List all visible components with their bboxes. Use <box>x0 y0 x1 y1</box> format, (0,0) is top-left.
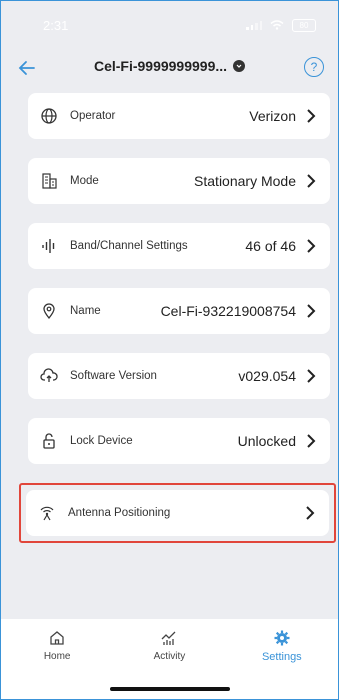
wifi-icon <box>270 20 284 30</box>
home-icon <box>50 631 64 645</box>
phone-screen: 2:31 80 Cel-Fi-9999999999... ? Operator … <box>0 0 339 700</box>
chevron-right-icon <box>307 239 316 253</box>
settings-row-antenna-positioning[interactable]: Antenna Positioning <box>26 490 329 536</box>
status-time: 2:31 <box>43 17 69 33</box>
settings-row-mode[interactable]: Mode Stationary Mode <box>28 158 330 204</box>
lock-icon <box>40 432 58 450</box>
activity-icon <box>162 631 176 645</box>
settings-row-lock-device[interactable]: Lock Device Unlocked <box>28 418 330 464</box>
settings-row-name[interactable]: Name Cel-Fi-932219008754 <box>28 288 330 334</box>
row-value: Verizon <box>249 108 296 124</box>
row-label: Software Version <box>70 370 157 382</box>
help-icon[interactable]: ? <box>304 57 324 77</box>
battery-icon: 80 <box>292 18 316 32</box>
signal-icon <box>246 20 262 30</box>
row-label: Mode <box>70 175 99 187</box>
row-value: 46 of 46 <box>245 238 296 254</box>
tab-label: Activity <box>153 651 186 662</box>
building-icon <box>40 172 58 190</box>
row-value: v029.054 <box>238 368 296 384</box>
bars-icon <box>40 237 58 255</box>
tab-label: Settings <box>261 651 302 663</box>
row-label: Antenna Positioning <box>68 507 171 519</box>
location-pin-icon <box>40 302 58 320</box>
device-title: Cel-Fi-9999999999... <box>93 58 228 74</box>
settings-list: Operator Verizon Mode Stationary Mode Ba… <box>1 87 338 543</box>
row-label: Lock Device <box>70 435 133 447</box>
tab-settings[interactable]: Settings <box>242 629 322 699</box>
chevron-right-icon <box>307 369 316 383</box>
row-label: Name <box>70 305 101 317</box>
device-selector[interactable]: Cel-Fi-9999999999... <box>1 58 338 74</box>
highlight-box: Antenna Positioning <box>19 483 336 543</box>
antenna-icon <box>38 504 56 522</box>
settings-row-band-channel[interactable]: Band/Channel Settings 46 of 46 <box>28 223 330 269</box>
status-icons: 80 <box>246 18 316 32</box>
tab-bar: Home Activity Settings <box>1 619 338 699</box>
row-value: Stationary Mode <box>194 173 296 189</box>
tab-home[interactable]: Home <box>17 629 97 699</box>
globe-icon <box>40 107 58 125</box>
row-value: Unlocked <box>237 433 296 449</box>
row-label: Band/Channel Settings <box>70 240 188 252</box>
chevron-right-icon <box>307 304 316 318</box>
chevron-right-icon <box>307 434 316 448</box>
settings-row-operator[interactable]: Operator Verizon <box>28 93 330 139</box>
status-bar: 2:31 80 <box>1 1 338 49</box>
row-value: Cel-Fi-932219008754 <box>160 303 296 319</box>
settings-row-software-version[interactable]: Software Version v029.054 <box>28 353 330 399</box>
tab-label: Home <box>43 651 71 662</box>
row-label: Operator <box>70 110 116 122</box>
gear-icon <box>274 630 290 646</box>
chevron-right-icon <box>307 109 316 123</box>
cloud-upload-icon <box>40 367 58 385</box>
chevron-down-icon <box>233 60 246 72</box>
chevron-right-icon <box>307 174 316 188</box>
chevron-right-icon <box>306 506 315 520</box>
header: Cel-Fi-9999999999... ? <box>1 49 338 87</box>
home-indicator <box>109 687 230 691</box>
